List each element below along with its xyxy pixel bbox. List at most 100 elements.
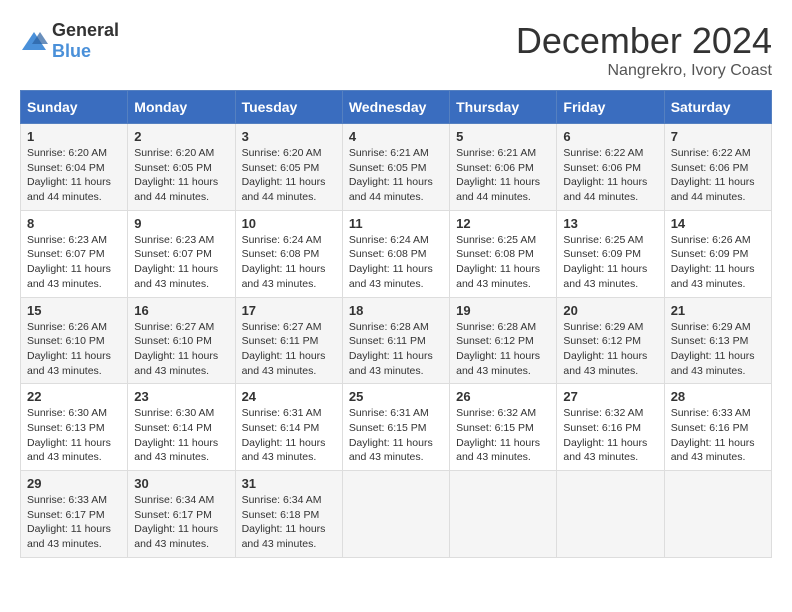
- day-info: Sunrise: 6:23 AM Sunset: 6:07 PM Dayligh…: [27, 233, 121, 292]
- day-number: 8: [27, 216, 121, 231]
- day-info: Sunrise: 6:34 AM Sunset: 6:17 PM Dayligh…: [134, 493, 228, 552]
- day-info: Sunrise: 6:27 AM Sunset: 6:11 PM Dayligh…: [242, 320, 336, 379]
- day-info: Sunrise: 6:27 AM Sunset: 6:10 PM Dayligh…: [134, 320, 228, 379]
- logo: General Blue: [20, 20, 119, 62]
- calendar-table: Sunday Monday Tuesday Wednesday Thursday…: [20, 90, 772, 558]
- day-number: 18: [349, 303, 443, 318]
- day-cell-6: 6 Sunrise: 6:22 AM Sunset: 6:06 PM Dayli…: [557, 124, 664, 211]
- day-number: 9: [134, 216, 228, 231]
- day-number: 22: [27, 389, 121, 404]
- day-cell-14: 14 Sunrise: 6:26 AM Sunset: 6:09 PM Dayl…: [664, 210, 771, 297]
- day-number: 11: [349, 216, 443, 231]
- day-cell-23: 23 Sunrise: 6:30 AM Sunset: 6:14 PM Dayl…: [128, 384, 235, 471]
- day-cell-22: 22 Sunrise: 6:30 AM Sunset: 6:13 PM Dayl…: [21, 384, 128, 471]
- day-number: 1: [27, 129, 121, 144]
- day-number: 25: [349, 389, 443, 404]
- day-cell-12: 12 Sunrise: 6:25 AM Sunset: 6:08 PM Dayl…: [450, 210, 557, 297]
- day-cell-11: 11 Sunrise: 6:24 AM Sunset: 6:08 PM Dayl…: [342, 210, 449, 297]
- calendar-week-2: 8 Sunrise: 6:23 AM Sunset: 6:07 PM Dayli…: [21, 210, 772, 297]
- day-number: 31: [242, 476, 336, 491]
- day-info: Sunrise: 6:25 AM Sunset: 6:09 PM Dayligh…: [563, 233, 657, 292]
- calendar-week-4: 22 Sunrise: 6:30 AM Sunset: 6:13 PM Dayl…: [21, 384, 772, 471]
- day-number: 4: [349, 129, 443, 144]
- day-info: Sunrise: 6:30 AM Sunset: 6:13 PM Dayligh…: [27, 406, 121, 465]
- col-tuesday: Tuesday: [235, 91, 342, 124]
- day-info: Sunrise: 6:26 AM Sunset: 6:09 PM Dayligh…: [671, 233, 765, 292]
- day-number: 17: [242, 303, 336, 318]
- day-info: Sunrise: 6:20 AM Sunset: 6:05 PM Dayligh…: [134, 146, 228, 205]
- day-cell-16: 16 Sunrise: 6:27 AM Sunset: 6:10 PM Dayl…: [128, 297, 235, 384]
- month-title: December 2024: [516, 20, 772, 62]
- empty-cell: [664, 471, 771, 558]
- day-info: Sunrise: 6:29 AM Sunset: 6:12 PM Dayligh…: [563, 320, 657, 379]
- day-info: Sunrise: 6:22 AM Sunset: 6:06 PM Dayligh…: [671, 146, 765, 205]
- day-number: 10: [242, 216, 336, 231]
- day-cell-13: 13 Sunrise: 6:25 AM Sunset: 6:09 PM Dayl…: [557, 210, 664, 297]
- day-cell-8: 8 Sunrise: 6:23 AM Sunset: 6:07 PM Dayli…: [21, 210, 128, 297]
- logo-general-text: General Blue: [52, 20, 119, 62]
- day-info: Sunrise: 6:22 AM Sunset: 6:06 PM Dayligh…: [563, 146, 657, 205]
- day-number: 5: [456, 129, 550, 144]
- day-cell-20: 20 Sunrise: 6:29 AM Sunset: 6:12 PM Dayl…: [557, 297, 664, 384]
- day-number: 3: [242, 129, 336, 144]
- location-title: Nangrekro, Ivory Coast: [516, 62, 772, 80]
- col-friday: Friday: [557, 91, 664, 124]
- day-number: 26: [456, 389, 550, 404]
- day-info: Sunrise: 6:31 AM Sunset: 6:15 PM Dayligh…: [349, 406, 443, 465]
- day-number: 15: [27, 303, 121, 318]
- day-cell-15: 15 Sunrise: 6:26 AM Sunset: 6:10 PM Dayl…: [21, 297, 128, 384]
- day-cell-5: 5 Sunrise: 6:21 AM Sunset: 6:06 PM Dayli…: [450, 124, 557, 211]
- day-cell-29: 29 Sunrise: 6:33 AM Sunset: 6:17 PM Dayl…: [21, 471, 128, 558]
- day-cell-2: 2 Sunrise: 6:20 AM Sunset: 6:05 PM Dayli…: [128, 124, 235, 211]
- col-saturday: Saturday: [664, 91, 771, 124]
- day-info: Sunrise: 6:20 AM Sunset: 6:05 PM Dayligh…: [242, 146, 336, 205]
- day-cell-21: 21 Sunrise: 6:29 AM Sunset: 6:13 PM Dayl…: [664, 297, 771, 384]
- col-wednesday: Wednesday: [342, 91, 449, 124]
- day-info: Sunrise: 6:28 AM Sunset: 6:12 PM Dayligh…: [456, 320, 550, 379]
- day-number: 27: [563, 389, 657, 404]
- calendar-week-5: 29 Sunrise: 6:33 AM Sunset: 6:17 PM Dayl…: [21, 471, 772, 558]
- day-number: 7: [671, 129, 765, 144]
- calendar-week-3: 15 Sunrise: 6:26 AM Sunset: 6:10 PM Dayl…: [21, 297, 772, 384]
- day-cell-9: 9 Sunrise: 6:23 AM Sunset: 6:07 PM Dayli…: [128, 210, 235, 297]
- empty-cell: [450, 471, 557, 558]
- day-number: 20: [563, 303, 657, 318]
- day-cell-26: 26 Sunrise: 6:32 AM Sunset: 6:15 PM Dayl…: [450, 384, 557, 471]
- day-number: 12: [456, 216, 550, 231]
- day-number: 24: [242, 389, 336, 404]
- day-number: 14: [671, 216, 765, 231]
- day-cell-3: 3 Sunrise: 6:20 AM Sunset: 6:05 PM Dayli…: [235, 124, 342, 211]
- day-info: Sunrise: 6:33 AM Sunset: 6:16 PM Dayligh…: [671, 406, 765, 465]
- day-info: Sunrise: 6:26 AM Sunset: 6:10 PM Dayligh…: [27, 320, 121, 379]
- day-info: Sunrise: 6:23 AM Sunset: 6:07 PM Dayligh…: [134, 233, 228, 292]
- day-info: Sunrise: 6:30 AM Sunset: 6:14 PM Dayligh…: [134, 406, 228, 465]
- day-info: Sunrise: 6:33 AM Sunset: 6:17 PM Dayligh…: [27, 493, 121, 552]
- col-thursday: Thursday: [450, 91, 557, 124]
- day-info: Sunrise: 6:28 AM Sunset: 6:11 PM Dayligh…: [349, 320, 443, 379]
- day-number: 13: [563, 216, 657, 231]
- day-info: Sunrise: 6:24 AM Sunset: 6:08 PM Dayligh…: [242, 233, 336, 292]
- day-info: Sunrise: 6:24 AM Sunset: 6:08 PM Dayligh…: [349, 233, 443, 292]
- day-cell-18: 18 Sunrise: 6:28 AM Sunset: 6:11 PM Dayl…: [342, 297, 449, 384]
- day-cell-28: 28 Sunrise: 6:33 AM Sunset: 6:16 PM Dayl…: [664, 384, 771, 471]
- title-area: December 2024 Nangrekro, Ivory Coast: [516, 20, 772, 80]
- day-number: 23: [134, 389, 228, 404]
- calendar-week-1: 1 Sunrise: 6:20 AM Sunset: 6:04 PM Dayli…: [21, 124, 772, 211]
- day-cell-24: 24 Sunrise: 6:31 AM Sunset: 6:14 PM Dayl…: [235, 384, 342, 471]
- calendar-header-row: Sunday Monday Tuesday Wednesday Thursday…: [21, 91, 772, 124]
- day-info: Sunrise: 6:21 AM Sunset: 6:06 PM Dayligh…: [456, 146, 550, 205]
- day-cell-17: 17 Sunrise: 6:27 AM Sunset: 6:11 PM Dayl…: [235, 297, 342, 384]
- day-info: Sunrise: 6:31 AM Sunset: 6:14 PM Dayligh…: [242, 406, 336, 465]
- day-cell-4: 4 Sunrise: 6:21 AM Sunset: 6:05 PM Dayli…: [342, 124, 449, 211]
- day-number: 29: [27, 476, 121, 491]
- day-number: 19: [456, 303, 550, 318]
- day-info: Sunrise: 6:21 AM Sunset: 6:05 PM Dayligh…: [349, 146, 443, 205]
- empty-cell: [557, 471, 664, 558]
- empty-cell: [342, 471, 449, 558]
- day-info: Sunrise: 6:34 AM Sunset: 6:18 PM Dayligh…: [242, 493, 336, 552]
- day-number: 28: [671, 389, 765, 404]
- day-cell-27: 27 Sunrise: 6:32 AM Sunset: 6:16 PM Dayl…: [557, 384, 664, 471]
- day-info: Sunrise: 6:20 AM Sunset: 6:04 PM Dayligh…: [27, 146, 121, 205]
- day-number: 6: [563, 129, 657, 144]
- day-cell-30: 30 Sunrise: 6:34 AM Sunset: 6:17 PM Dayl…: [128, 471, 235, 558]
